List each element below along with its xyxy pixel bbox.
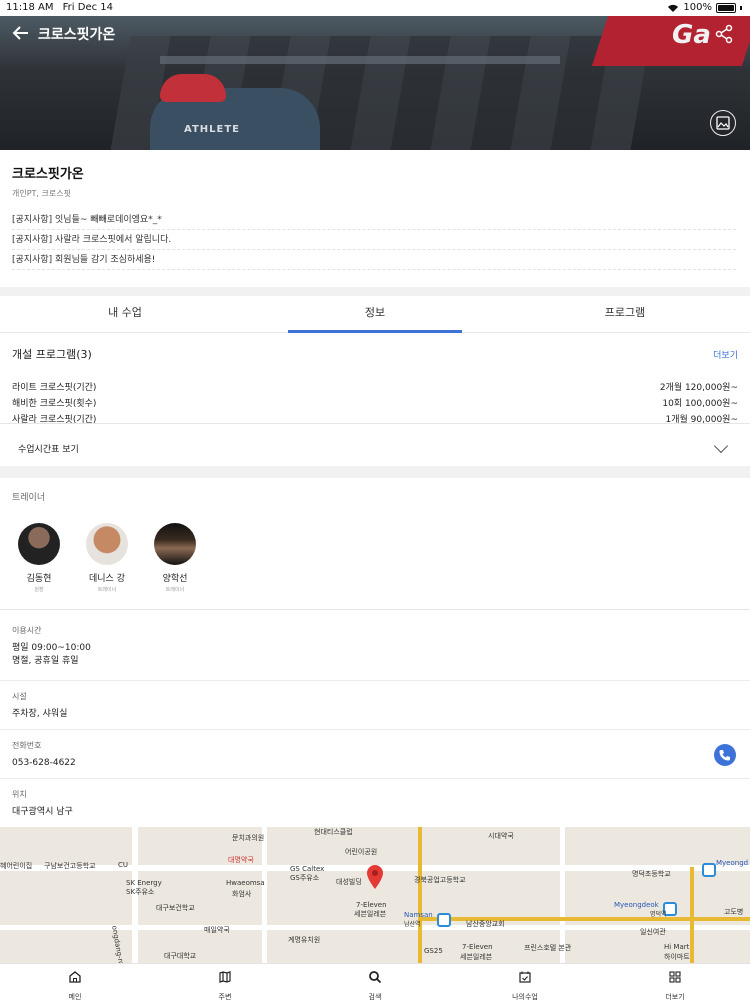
trainer-role: 트레이너 (165, 587, 185, 593)
bottom-nav: 메인 주변 검색 나의수업 더보기 (0, 963, 750, 1000)
battery-percent: 100% (683, 2, 712, 13)
divider (0, 466, 750, 478)
phone-label: 전화번호 (12, 741, 42, 750)
search-icon (369, 971, 382, 984)
gallery-icon[interactable] (710, 110, 736, 136)
hero-sign-text: Ga (672, 20, 711, 50)
tab-program[interactable]: 프로그램 (500, 296, 750, 332)
trainer-card[interactable]: 김동현 원장 (18, 523, 60, 593)
trainer-name: 데니스 강 (89, 574, 125, 584)
facilities-section: 시설 주차장, 샤워실 (0, 681, 750, 730)
program-row[interactable]: 사랄라 크로스핏(기간) 1개월 90,000원~ (12, 412, 738, 428)
wifi-icon (668, 4, 679, 12)
phone-value[interactable]: 053-628-4622 (12, 757, 738, 770)
trainer-list: 김동현 원장 데니스 강 트레이너 양학선 트레이너 (18, 523, 196, 593)
nav-my-class[interactable]: 나의수업 (450, 964, 600, 1000)
trainer-name: 양학선 (162, 574, 188, 584)
subway-icon (437, 913, 451, 927)
notice-item[interactable]: [공지사항] 회원님들 감기 조심하세용! (12, 250, 736, 270)
program-price: 1개월 90,000원~ (665, 415, 738, 425)
notice-list: [공지사항] 잇님들~ 빼빼로데이엥요*_* [공지사항] 사랄라 크로스핏에서… (12, 210, 736, 270)
nav-more[interactable]: 더보기 (600, 964, 750, 1000)
studio-header: 크로스핏가온 개인PT, 크로스핏 (12, 163, 84, 199)
nav-main[interactable]: 메인 (0, 964, 150, 1000)
program-row[interactable]: 해비한 크로스핏(횟수) 10회 100,000원~ (12, 396, 738, 412)
hours-holiday: 명절, 공휴일 휴일 (12, 656, 79, 666)
battery-icon (716, 2, 736, 13)
program-price: 10회 100,000원~ (662, 399, 738, 409)
status-date: Fri Dec 14 (62, 2, 114, 13)
page-title: 크로스핏가온 (38, 27, 116, 43)
hours-label: 이용시간 (12, 626, 42, 635)
program-name: 사랄라 크로스핏(기간) (12, 415, 97, 425)
schedule-toggle[interactable]: 수업시간표 보기 (0, 430, 750, 466)
call-icon[interactable] (714, 744, 736, 766)
divider (0, 423, 750, 424)
home-icon (69, 971, 81, 983)
location-section: 위치 대구광역시 남구 (0, 779, 750, 827)
hours-weekday: 평일 09:00~10:00 (12, 643, 91, 653)
program-section: 개설 프로그램(3) 더보기 라이트 크로스핏(기간) 2개월 120,000원… (12, 346, 738, 428)
facilities-value: 주차장, 샤워실 (12, 709, 68, 719)
trainer-card[interactable]: 데니스 강 트레이너 (86, 523, 128, 593)
tab-bar: 내 수업 정보 프로그램 (0, 296, 750, 333)
location-value: 대구광역시 남구 (12, 807, 73, 817)
avatar (86, 523, 128, 565)
hours-section: 이용시간 평일 09:00~10:00 명절, 공휴일 휴일 (0, 615, 750, 681)
share-icon[interactable] (714, 24, 734, 44)
avatar (18, 523, 60, 565)
chevron-down-icon (713, 438, 729, 454)
divider (0, 287, 750, 296)
trainer-role: 원장 (34, 587, 44, 593)
status-time: 11:18 AM (6, 2, 54, 13)
divider (0, 609, 750, 610)
program-name: 라이트 크로스핏(기간) (12, 383, 97, 393)
program-row[interactable]: 라이트 크로스핏(기간) 2개월 120,000원~ (12, 380, 738, 396)
grid-icon (669, 971, 681, 983)
notice-item[interactable]: [공지사항] 사랄라 크로스핏에서 알립니다. (12, 230, 736, 250)
nav-nearby[interactable]: 주변 (150, 964, 300, 1000)
schedule-label: 수업시간표 보기 (18, 444, 79, 455)
trainer-card[interactable]: 양학선 트레이너 (154, 523, 196, 593)
avatar (154, 523, 196, 565)
studio-name: 크로스핏가온 (12, 167, 84, 182)
map-icon (219, 971, 231, 983)
studio-subtitle: 개인PT, 크로스핏 (12, 189, 71, 198)
facilities-label: 시설 (12, 692, 27, 701)
hero-shirt-text: ATHLETE (184, 124, 241, 135)
phone-section: 전화번호 053-628-4622 (0, 730, 750, 779)
location-map[interactable]: 문치과의원 현대티스클럽 시대약국 어린이공원 대명약국 GS Caltex G… (0, 827, 750, 963)
program-name: 해비한 크로스핏(횟수) (12, 399, 97, 409)
program-title: 개설 프로그램(3) (12, 348, 92, 361)
trainer-name: 김동현 (26, 574, 52, 584)
location-label: 위치 (12, 790, 27, 799)
notice-item[interactable]: [공지사항] 잇님들~ 빼빼로데이엥요*_* (12, 210, 736, 230)
hero-image: Ga ATHLETE 크로스핏가온 (0, 16, 750, 150)
subway-icon (702, 863, 716, 877)
trainers-label: 트레이너 (12, 493, 46, 503)
tab-my-class[interactable]: 내 수업 (0, 296, 250, 332)
program-price: 2개월 120,000원~ (659, 383, 738, 393)
map-pin-icon (367, 865, 383, 889)
nav-search[interactable]: 검색 (300, 964, 450, 1000)
trainer-role: 트레이너 (97, 587, 117, 593)
tab-info[interactable]: 정보 (250, 296, 500, 333)
back-arrow-icon[interactable] (12, 24, 32, 42)
status-bar: 11:18 AM Fri Dec 14 100% (0, 0, 750, 16)
more-button[interactable]: 더보기 (713, 348, 738, 361)
calendar-check-icon (519, 971, 531, 983)
